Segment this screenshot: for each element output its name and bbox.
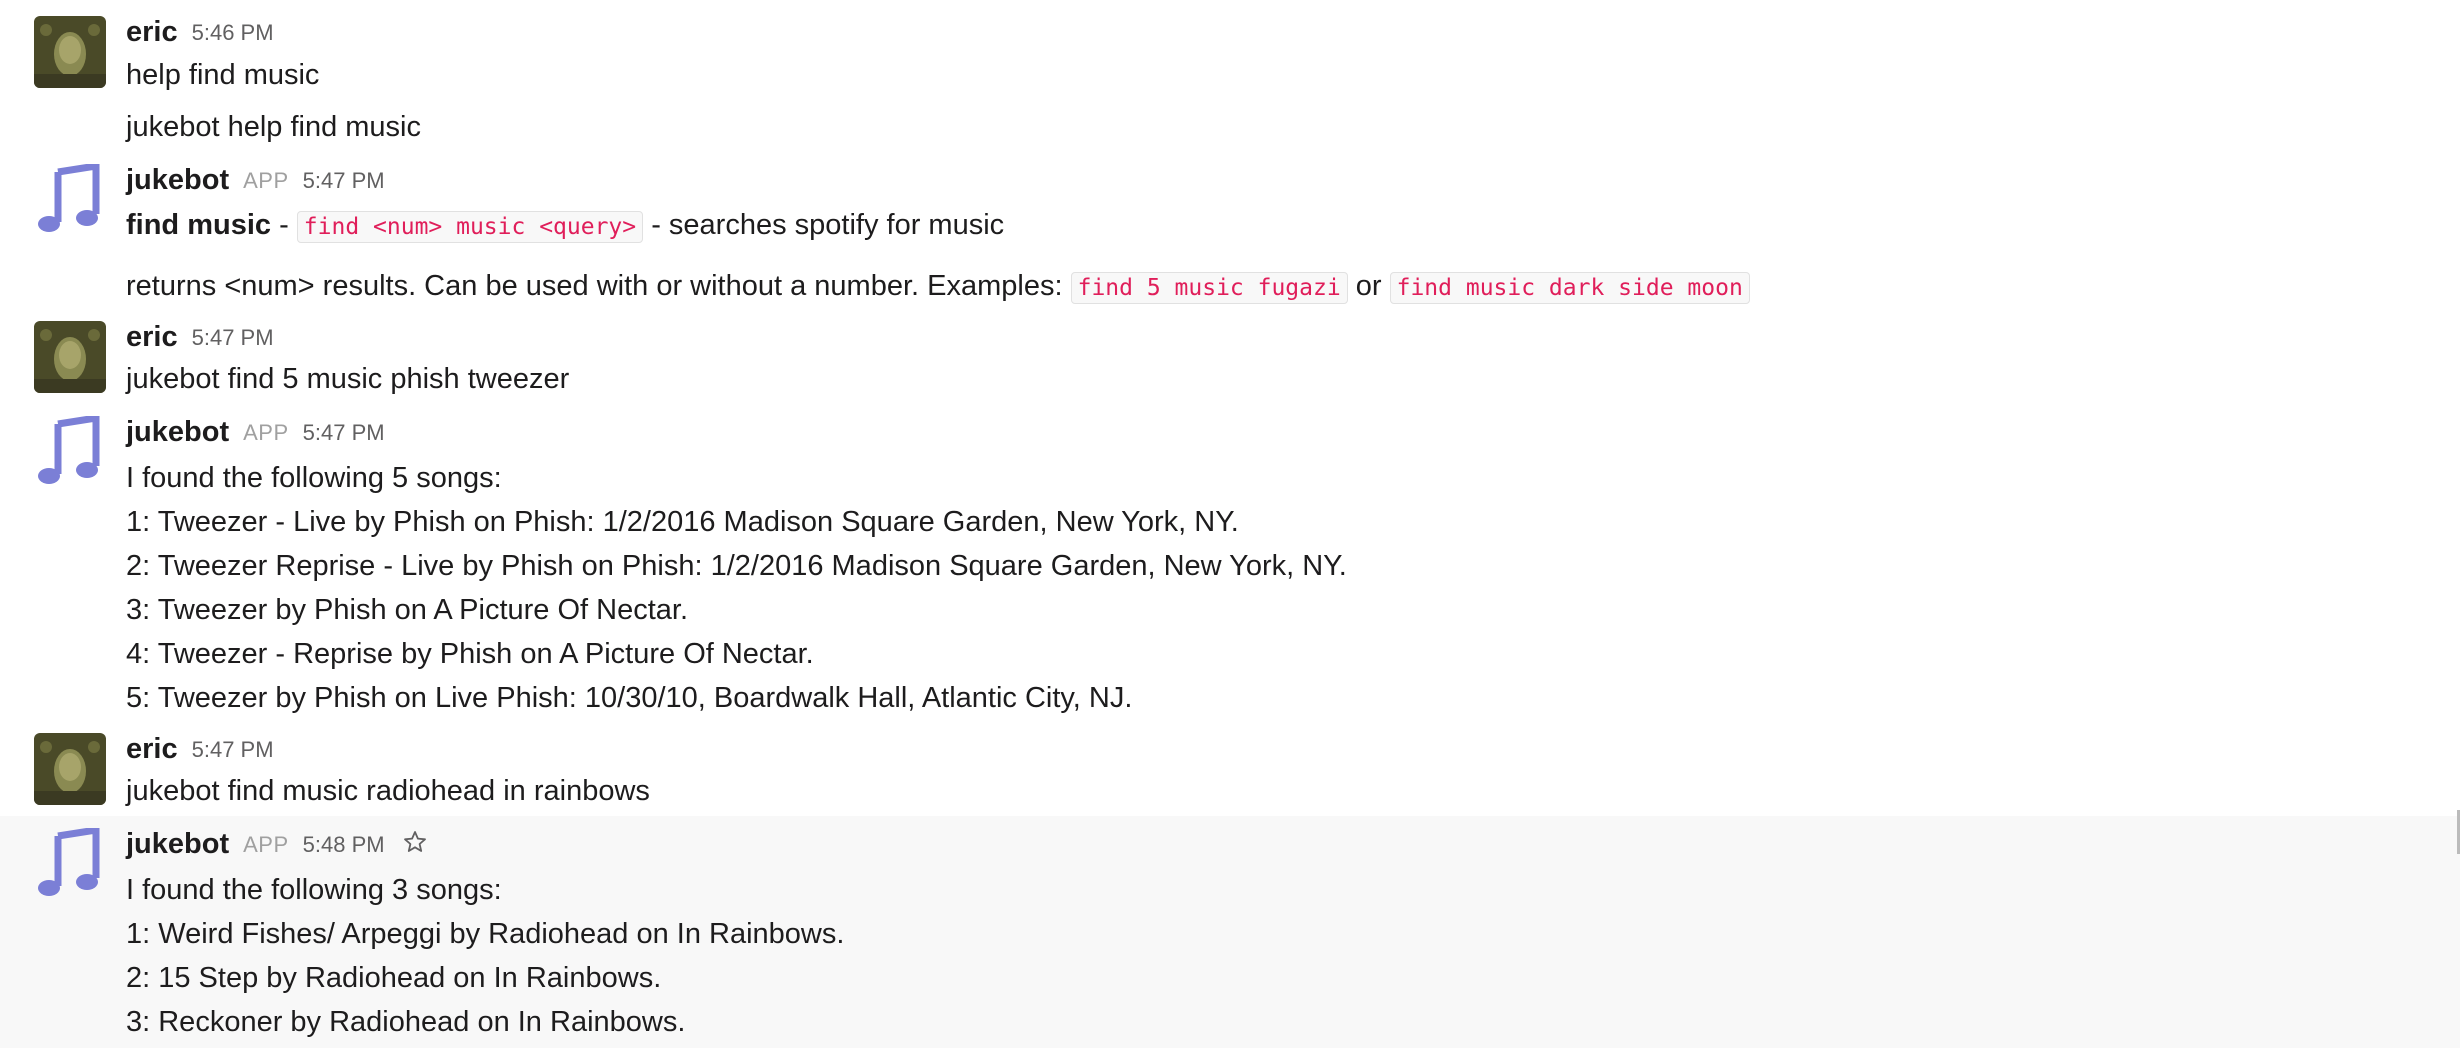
message-header: eric 5:47 PM: [126, 733, 274, 766]
inline-code: find <num> music <query>: [296, 211, 644, 243]
avatar-eric[interactable]: [34, 321, 106, 393]
avatar-jukebot[interactable]: [34, 416, 106, 488]
timestamp[interactable]: 5:47 PM: [192, 325, 274, 350]
text-or: or: [1347, 270, 1390, 302]
avatar-jukebot[interactable]: [34, 164, 106, 236]
message-text: find music - find <num> music <query> - …: [126, 207, 1004, 245]
timestamp[interactable]: 5:47 PM: [192, 737, 274, 762]
message-text: help find music: [126, 59, 320, 91]
list-item: 2: 15 Step by Radiohead on In Rainbows.: [126, 962, 662, 994]
message-text: I found the following 5 songs:: [126, 462, 502, 494]
star-icon[interactable]: [403, 830, 427, 859]
message-header: jukebot APP 5:47 PM: [126, 164, 385, 197]
text-description: returns <num> results. Can be used with …: [126, 270, 1071, 302]
message-text: jukebot find 5 music phish tweezer: [126, 363, 570, 395]
list-item: 5: Tweezer by Phish on Live Phish: 10/30…: [126, 682, 1133, 714]
message-header: jukebot APP 5:47 PM: [126, 416, 385, 449]
author-name[interactable]: eric: [126, 733, 178, 765]
message-header: jukebot APP 5:48 PM: [126, 828, 427, 861]
list-item: 1: Weird Fishes/ Arpeggi by Radiohead on…: [126, 918, 845, 950]
author-name[interactable]: jukebot: [126, 828, 229, 860]
message-text: jukebot help find music: [126, 111, 421, 143]
timestamp[interactable]: 5:48 PM: [303, 832, 385, 857]
author-name[interactable]: jukebot: [126, 164, 229, 196]
command-name: find music: [126, 209, 272, 241]
avatar-jukebot[interactable]: [34, 828, 106, 900]
app-badge: APP: [243, 167, 289, 193]
app-badge: APP: [243, 831, 289, 857]
app-badge: APP: [243, 419, 289, 445]
text-separator: -: [271, 209, 297, 241]
message-header: eric 5:47 PM: [126, 321, 274, 354]
music-note-icon: [38, 164, 100, 232]
author-name[interactable]: eric: [126, 321, 178, 353]
music-note-icon: [38, 416, 100, 484]
list-item: 3: Reckoner by Radiohead on In Rainbows.: [126, 1006, 686, 1038]
list-item: 2: Tweezer Reprise - Live by Phish on Ph…: [126, 550, 1347, 582]
timestamp[interactable]: 5:46 PM: [192, 20, 274, 45]
timestamp[interactable]: 5:47 PM: [303, 420, 385, 445]
inline-code: find 5 music fugazi: [1070, 272, 1348, 304]
text-description: - searches spotify for music: [643, 209, 1005, 241]
message-text: jukebot find music radiohead in rainbows: [126, 775, 650, 807]
message-text: returns <num> results. Can be used with …: [126, 268, 1750, 306]
avatar-eric[interactable]: [34, 16, 106, 88]
music-note-icon: [38, 828, 100, 896]
list-item: 3: Tweezer by Phish on A Picture Of Nect…: [126, 594, 689, 626]
inline-code: find music dark side moon: [1389, 272, 1750, 304]
author-name[interactable]: eric: [126, 16, 178, 48]
author-name[interactable]: jukebot: [126, 416, 229, 448]
message-text: I found the following 3 songs:: [126, 874, 502, 906]
timestamp[interactable]: 5:47 PM: [303, 168, 385, 193]
message-header: eric 5:46 PM: [126, 16, 274, 49]
list-item: 1: Tweezer - Live by Phish on Phish: 1/2…: [126, 506, 1239, 538]
list-item: 4: Tweezer - Reprise by Phish on A Pictu…: [126, 638, 814, 670]
avatar-eric[interactable]: [34, 733, 106, 805]
